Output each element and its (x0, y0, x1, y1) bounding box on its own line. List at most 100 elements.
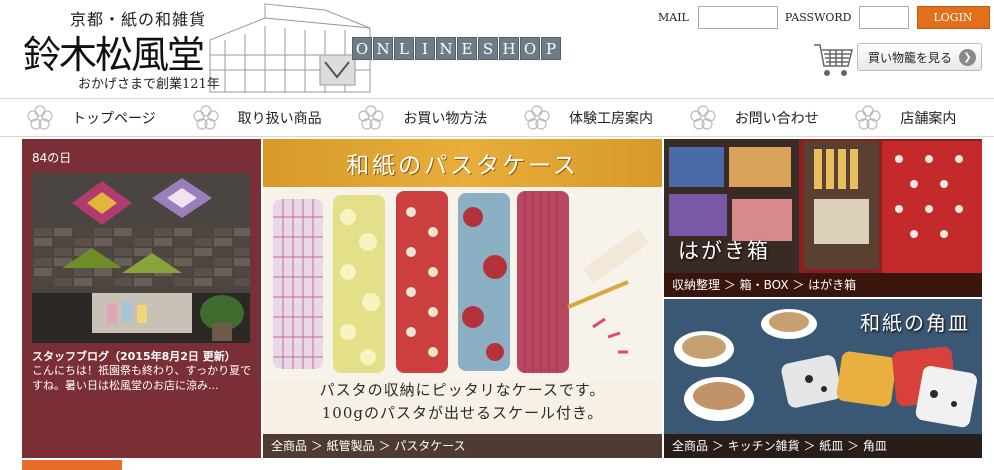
nav-item-label: お問い合わせ (734, 110, 819, 127)
nav-item-workshop[interactable]: 体験工房案内 (497, 99, 663, 136)
wall-tile (94, 268, 112, 276)
store-since: おかげさまで創業121年 (78, 77, 220, 92)
wall-tile (234, 228, 250, 236)
online-shop-letter: H (499, 37, 519, 60)
wall-tile (174, 248, 192, 256)
online-shop-letter: N (373, 37, 393, 60)
wall-tile (174, 228, 192, 236)
pasta-copy: パスタの収納にピッタリなケースです。 100gのパスタが出せるスケール付き。 (263, 379, 662, 425)
wall-tile (94, 228, 112, 236)
store-logo[interactable]: 京都・紙の和雑貨 鈴木松風堂 おかげさまで創業121年 (15, 0, 371, 98)
wall-tile (234, 278, 250, 286)
wall-tile (114, 278, 132, 286)
wall-tile (134, 228, 152, 236)
sakura-flower-icon (690, 105, 716, 130)
view-cart-label: 買い物籠を見る (868, 50, 953, 65)
mail-label: MAIL (658, 11, 689, 24)
wall-tile (214, 278, 232, 286)
wall-tile (154, 238, 172, 246)
nav-item-label: 店舗案内 (900, 110, 957, 127)
nav-item-store-info[interactable]: 店舗案内 (828, 99, 994, 136)
square-plate-tile[interactable]: 和紙の角皿 全商品 ＞ キッチン雑貨 ＞ 紙皿 ＞ 角皿 (664, 299, 982, 458)
storefront-sketch-icon (209, 3, 371, 93)
postcard-box-tile[interactable]: はがき箱 収納整理 ＞ 箱・BOX ＞ はがき箱 (664, 139, 982, 297)
wall-tile (154, 228, 172, 236)
nav-item-contact[interactable]: お問い合わせ (663, 99, 829, 136)
wall-tile (74, 238, 92, 246)
wall-tile (194, 258, 212, 266)
pasta-case-tile[interactable]: 和紙のパスタケース パスタの収納にピッタリなケースです。 100gのパスタが出せ… (263, 139, 662, 458)
wall-tile (34, 228, 52, 236)
wall-tile (214, 238, 232, 246)
wall-tile (214, 268, 232, 276)
square-plate-label: 和紙の角皿 (860, 311, 970, 335)
pasta-heading: 和紙のパスタケース (346, 153, 579, 179)
online-shop-letter: O (352, 37, 372, 60)
shopping-cart-icon[interactable] (812, 40, 854, 80)
wall-tile (234, 268, 250, 276)
pasta-case-photo (263, 187, 662, 382)
wall-tile (214, 248, 232, 256)
online-shop-letter: E (457, 37, 477, 60)
blog-text: こんにちは！祇園祭も終わり、すっかり夏ですね。暑い日は松風堂のお店に涼み... (32, 364, 252, 392)
online-shop-letter: P (541, 37, 561, 60)
sakura-flower-icon (193, 105, 219, 130)
password-input[interactable] (858, 6, 909, 29)
wall-tile (34, 258, 52, 266)
pasta-copy-line2: 100gのパスタが出せるスケール付き。 (321, 404, 604, 422)
square-plate-breadcrumb[interactable]: 全商品 ＞ キッチン雑貨 ＞ 紙皿 ＞ 角皿 (664, 434, 982, 458)
wall-tile (174, 258, 192, 266)
view-cart-button[interactable]: 買い物籠を見る ❯ (857, 43, 982, 71)
wall-tile (174, 278, 192, 286)
login-button[interactable]: LOGIN (916, 6, 990, 29)
wall-tile (54, 238, 72, 246)
wall-tile (194, 268, 212, 276)
pasta-breadcrumb[interactable]: 全商品 ＞ 紙管製品 ＞ パスタケース (263, 434, 662, 458)
store-name: 鈴木松風堂 (23, 33, 205, 77)
nav-item-label: 体験工房案内 (569, 110, 654, 127)
blog-date: 84の日 (32, 151, 72, 165)
blog-tile[interactable]: 84の日 スタッフブログ（2015年8月2日 更新） こんにちは！祇園祭も終わり… (22, 139, 261, 458)
sakura-flower-icon (27, 105, 53, 130)
main-nav: トップページ 取り扱い商品 お買い物方法 体験工房案内 お問い合わせ 店舗案内 (0, 98, 994, 137)
nav-item-products[interactable]: 取り扱い商品 (166, 99, 332, 136)
blog-title: スタッフブログ（2015年8月2日 更新） (32, 350, 236, 363)
wall-tile (194, 248, 212, 256)
wall-tile (134, 278, 152, 286)
mail-input[interactable] (697, 6, 778, 29)
online-shop-letter: N (436, 37, 456, 60)
wall-tile (234, 238, 250, 246)
wall-tile (154, 248, 172, 256)
nav-item-label: お買い物方法 (403, 110, 488, 127)
nav-item-top[interactable]: トップページ (0, 99, 166, 136)
wall-tile (34, 268, 52, 276)
wall-tile (74, 228, 92, 236)
sakura-flower-icon (358, 105, 384, 130)
wall-tile (114, 228, 132, 236)
wall-tile (54, 278, 72, 286)
postcard-box-breadcrumb[interactable]: 収納整理 ＞ 箱・BOX ＞ はがき箱 (664, 273, 982, 297)
blog-photo (32, 173, 250, 343)
wall-tile (54, 248, 72, 256)
wall-tile (174, 238, 192, 246)
login-form: MAIL PASSWORD LOGIN (658, 6, 990, 29)
wall-tile (234, 258, 250, 266)
online-shop-letter: L (394, 37, 414, 60)
nav-item-how-to-buy[interactable]: お買い物方法 (331, 99, 497, 136)
next-row-preview (22, 460, 122, 470)
wall-tile (34, 238, 52, 246)
postcard-box-label: はがき箱 (678, 239, 770, 263)
site-header: 京都・紙の和雑貨 鈴木松風堂 おかげさまで創業121年 O N L I N E … (0, 0, 994, 98)
nav-item-label: 取り扱い商品 (237, 110, 322, 127)
wall-tile (94, 238, 112, 246)
sakura-flower-icon (855, 105, 881, 130)
wall-tile (114, 248, 132, 256)
wall-tile (34, 248, 52, 256)
wall-tile (154, 278, 172, 286)
online-shop-letter: S (478, 37, 498, 60)
wall-tile (94, 278, 112, 286)
wall-tile (214, 228, 232, 236)
wall-tile (134, 238, 152, 246)
online-shop-letter: I (415, 37, 435, 60)
wall-tile (74, 268, 92, 276)
